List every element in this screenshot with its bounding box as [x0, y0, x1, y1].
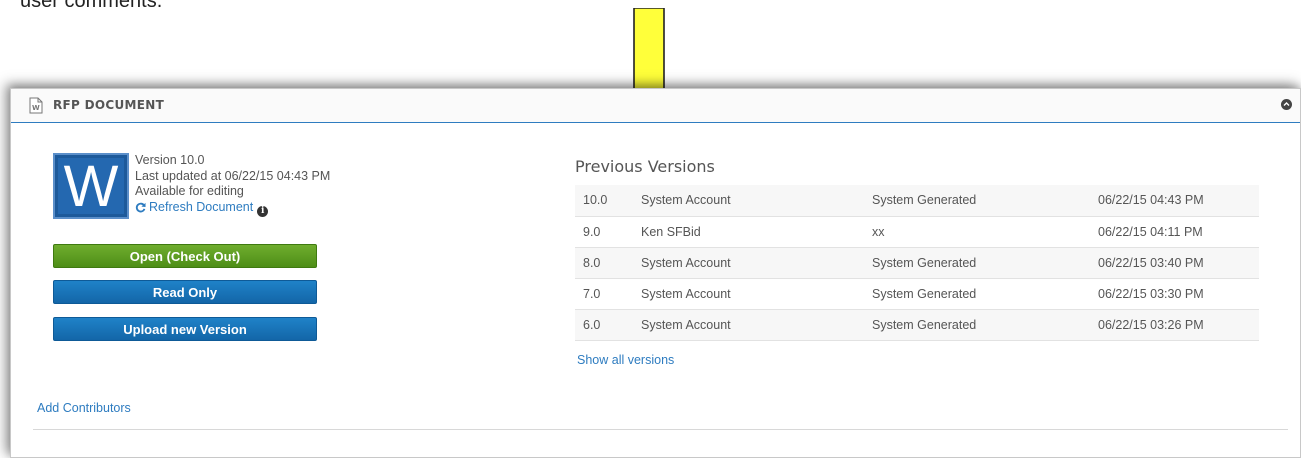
word-app-icon: W: [53, 153, 129, 219]
version-author: Ken SFBid: [641, 224, 701, 239]
version-number: 7.0: [583, 286, 601, 301]
refresh-icon: [135, 202, 146, 213]
version-comment: System Generated: [872, 193, 977, 208]
previous-versions-table: 10.0 System Account System Generated 06/…: [575, 185, 1259, 341]
previous-versions-title: Previous Versions: [575, 157, 715, 176]
availability-text: Available for editing: [135, 184, 244, 198]
version-date: 06/22/15 04:43 PM: [1098, 193, 1204, 208]
table-row[interactable]: 7.0 System Account System Generated 06/2…: [575, 278, 1259, 309]
version-author: System Account: [641, 193, 731, 208]
add-contributors-link[interactable]: Add Contributors: [37, 401, 131, 415]
word-document-icon: W: [29, 97, 43, 114]
version-author: System Account: [641, 255, 731, 270]
version-comment: System Generated: [872, 317, 977, 332]
refresh-document-link[interactable]: Refresh Document: [135, 200, 253, 216]
document-caption: user comments.: [20, 0, 163, 12]
version-number: 9.0: [583, 224, 601, 239]
version-author: System Account: [641, 317, 731, 332]
version-number: 6.0: [583, 317, 601, 332]
version-number: 8.0: [583, 255, 601, 270]
rfp-document-panel: W RFP DOCUMENT W Version 10.0 Last updat…: [10, 88, 1301, 458]
version-date: 06/22/15 03:30 PM: [1098, 286, 1204, 301]
version-number: 10.0: [583, 193, 608, 208]
panel-title: RFP DOCUMENT: [53, 98, 165, 112]
version-comment: xx: [872, 224, 885, 239]
info-icon[interactable]: i: [257, 205, 269, 217]
read-only-button[interactable]: Read Only: [53, 280, 317, 304]
collapse-icon[interactable]: [1281, 99, 1292, 110]
table-row[interactable]: 10.0 System Account System Generated 06/…: [575, 185, 1259, 216]
refresh-document-label: Refresh Document: [149, 199, 254, 214]
document-info: Version 10.0 Last updated at 06/22/15 04…: [135, 153, 330, 217]
version-date: 06/22/15 03:26 PM: [1098, 317, 1204, 332]
version-date: 06/22/15 03:40 PM: [1098, 255, 1204, 270]
last-updated-text: Last updated at 06/22/15 04:43 PM: [135, 168, 331, 183]
table-row[interactable]: 6.0 System Account System Generated 06/2…: [575, 309, 1259, 340]
word-icon-letter: W: [63, 154, 119, 219]
table-row[interactable]: 9.0 Ken SFBid xx 06/22/15 04:11 PM: [575, 216, 1259, 247]
open-check-out-button[interactable]: Open (Check Out): [53, 244, 317, 268]
panel-header: W RFP DOCUMENT: [11, 89, 1300, 123]
version-text: Version 10.0: [135, 153, 205, 167]
version-comment: System Generated: [872, 286, 977, 301]
version-comment: System Generated: [872, 255, 977, 270]
divider: [33, 429, 1288, 430]
table-row[interactable]: 8.0 System Account System Generated 06/2…: [575, 247, 1259, 278]
version-date: 06/22/15 04:11 PM: [1098, 224, 1203, 239]
upload-new-version-button[interactable]: Upload new Version: [53, 317, 317, 341]
show-all-versions-link[interactable]: Show all versions: [577, 353, 674, 367]
version-author: System Account: [641, 286, 731, 301]
svg-text:W: W: [32, 104, 40, 112]
